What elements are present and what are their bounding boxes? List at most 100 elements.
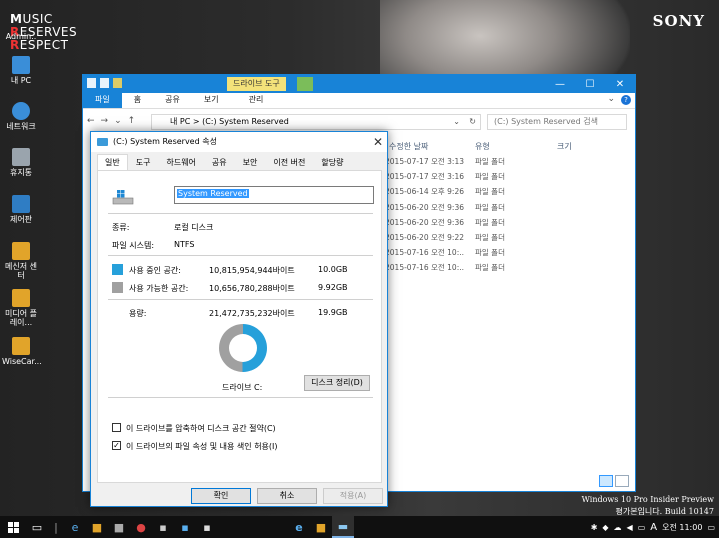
desktop-icon-admin[interactable]: Admin.. xyxy=(2,22,40,41)
control-panel-icon xyxy=(12,195,30,213)
volume-icon[interactable]: ◀ xyxy=(627,523,633,532)
details-view-icon[interactable] xyxy=(599,475,613,487)
app-icon-tool[interactable]: ● xyxy=(130,516,152,538)
network-icon[interactable]: ☁ xyxy=(614,523,622,532)
context-tab-drive-tools[interactable]: 드라이브 도구 xyxy=(227,77,286,91)
tab-tools[interactable]: 도구 xyxy=(128,154,159,170)
tab-sharing[interactable]: 공유 xyxy=(204,154,235,170)
drive-icon xyxy=(97,138,108,146)
tab-hardware[interactable]: 하드웨어 xyxy=(158,154,203,170)
drive-properties-dialog[interactable]: (C:) System Reserved 속성 ✕ 일반 도구 하드웨어 공유 … xyxy=(90,131,388,507)
tab-file[interactable]: 파일 xyxy=(83,93,122,108)
list-item[interactable]: 2015-07-16 오전 10:.. 파일 폴더 xyxy=(385,261,625,276)
desktop-icon-my-pc[interactable]: 내 PC xyxy=(2,56,40,85)
list-item[interactable]: 2015-07-16 오전 10:.. 파일 폴더 xyxy=(385,246,625,261)
address-dropdown-icon[interactable]: ⌄ xyxy=(453,115,460,129)
maximize-button[interactable]: ☐ xyxy=(575,75,605,93)
tab-view[interactable]: 보기 xyxy=(192,93,231,108)
new-folder-icon[interactable] xyxy=(113,78,122,88)
hard-drive-icon xyxy=(112,190,134,205)
ime-indicator[interactable]: A xyxy=(650,522,657,533)
computer-icon xyxy=(12,56,30,74)
list-item[interactable]: 2015-06-20 오전 9:22 파일 폴더 xyxy=(385,231,625,246)
refresh-icon[interactable]: ↻ xyxy=(469,115,476,129)
dialog-titlebar[interactable]: (C:) System Reserved 속성 ✕ xyxy=(91,132,387,152)
column-size[interactable]: 크기 xyxy=(557,141,572,152)
free-label: 사용 가능한 공간: xyxy=(129,284,189,293)
compress-checkbox[interactable] xyxy=(112,423,121,432)
desktop-icon-network[interactable]: 네트워크 xyxy=(2,102,40,131)
up-arrow-icon[interactable]: ↑ xyxy=(128,116,136,126)
capacity-bytes: 21,472,735,232바이트 xyxy=(209,309,295,318)
close-icon[interactable]: ✕ xyxy=(373,132,383,152)
taskbar: ▭ | e ■ ■ ● ▪ ▪ ▪ e ■ ▬ ✱ ◆ ☁ ◀ ▭ A 오전 1… xyxy=(0,516,719,538)
disk-cleanup-button[interactable]: 디스크 정리(D) xyxy=(304,375,370,391)
app-icon-edge[interactable]: e xyxy=(64,516,86,538)
recent-chevron-icon[interactable]: ⌄ xyxy=(114,116,122,126)
sony-logo: SONY xyxy=(652,12,705,30)
disk-usage-donut xyxy=(219,324,267,372)
breadcrumb: 내 PC > (C:) System Reserved xyxy=(170,117,289,126)
tab-home[interactable]: 홈 xyxy=(122,93,153,108)
desktop-icon-media-player[interactable]: 미디어 플레이... xyxy=(2,289,40,327)
list-item[interactable]: 2015-07-17 오전 3:13 파일 폴더 xyxy=(385,155,625,170)
ok-button[interactable]: 확인 xyxy=(191,488,251,504)
tab-previous-versions[interactable]: 이전 버전 xyxy=(265,154,313,170)
row-date: 2015-06-20 오전 9:36 xyxy=(385,217,464,227)
start-button[interactable] xyxy=(0,516,26,538)
shield-icon[interactable]: ◆ xyxy=(602,523,608,532)
list-item[interactable]: 2015-06-20 오전 9:36 파일 폴더 xyxy=(385,216,625,231)
chevron-down-icon[interactable]: ⌄ xyxy=(607,94,615,104)
list-item[interactable]: 2015-06-20 오전 9:36 파일 폴더 xyxy=(385,201,625,216)
tab-quota[interactable]: 할당량 xyxy=(313,154,351,170)
forward-arrow-icon[interactable]: → xyxy=(101,116,109,126)
edge-icon[interactable]: e xyxy=(288,516,310,538)
message-icon[interactable]: ▭ xyxy=(638,523,646,532)
index-label[interactable]: 이 드라이브의 파일 속성 및 내용 색인 허용(I) xyxy=(126,441,278,452)
notification-icon[interactable]: ▭ xyxy=(707,523,715,532)
large-icons-view-icon[interactable] xyxy=(615,475,629,487)
row-date: 2015-07-17 오전 3:13 xyxy=(385,157,464,166)
app-icon-media[interactable]: ▪ xyxy=(196,516,218,538)
compress-label[interactable]: 이 드라이브를 압축하여 디스크 공간 절약(C) xyxy=(126,423,276,434)
app-icon-cmd[interactable]: ▪ xyxy=(152,516,174,538)
cancel-button[interactable]: 취소 xyxy=(257,488,317,504)
desktop-icon-control-panel[interactable]: 제어판 xyxy=(2,195,40,224)
folder-icon xyxy=(12,289,30,307)
volume-name-field[interactable]: System Reserved xyxy=(174,186,374,204)
apply-button[interactable]: 적용(A) xyxy=(323,488,383,504)
minimize-button[interactable]: — xyxy=(545,75,575,93)
properties-icon[interactable] xyxy=(100,78,109,88)
list-item[interactable]: 2015-07-17 오전 3:16 파일 폴더 xyxy=(385,170,625,185)
back-arrow-icon[interactable]: ← xyxy=(87,116,95,126)
index-checkbox[interactable]: ✓ xyxy=(112,441,121,450)
close-button[interactable]: ✕ xyxy=(605,75,635,93)
bluetooth-icon[interactable]: ✱ xyxy=(591,523,598,532)
tab-manage[interactable]: 관리 xyxy=(237,93,276,108)
quick-access-toolbar xyxy=(87,78,122,88)
fs-label: 파일 시스템: xyxy=(112,241,155,250)
file-explorer-icon[interactable]: ■ xyxy=(310,516,332,538)
app-icon-paint[interactable]: ■ xyxy=(108,516,130,538)
app-icon-settings[interactable]: ▪ xyxy=(174,516,196,538)
desktop-icon-recycle-bin[interactable]: 휴지통 xyxy=(2,148,40,177)
column-type[interactable]: 유형 xyxy=(475,141,490,152)
explorer-titlebar[interactable]: 드라이브 도구 — ☐ ✕ xyxy=(83,75,635,93)
address-bar[interactable]: 내 PC > (C:) System Reserved ⌄ ↻ xyxy=(151,114,481,130)
help-icon[interactable]: ? xyxy=(621,95,631,105)
tab-general[interactable]: 일반 xyxy=(97,154,128,170)
desktop-icon-messenger[interactable]: 메신저 센터 xyxy=(2,242,40,280)
column-date[interactable]: 수정한 날짜 xyxy=(389,141,428,152)
free-space-swatch xyxy=(112,282,123,293)
tab-security[interactable]: 보안 xyxy=(235,154,266,170)
clock[interactable]: 오전 11:00 xyxy=(662,522,702,533)
row-date: 2015-06-20 오전 9:22 xyxy=(385,232,464,242)
app-icon-folder[interactable]: ■ xyxy=(86,516,108,538)
drive-properties-task[interactable]: ▬ xyxy=(332,516,354,538)
list-item[interactable]: 2015-06-14 오후 9:26 파일 폴더 xyxy=(385,185,625,200)
context-tab-accent xyxy=(297,77,313,91)
desktop-icon-wisecare[interactable]: WiseCar... xyxy=(2,337,42,366)
tab-share[interactable]: 공유 xyxy=(153,93,192,108)
search-input[interactable]: (C:) System Reserved 검색 xyxy=(487,114,627,130)
task-view-button[interactable]: ▭ xyxy=(26,516,48,538)
